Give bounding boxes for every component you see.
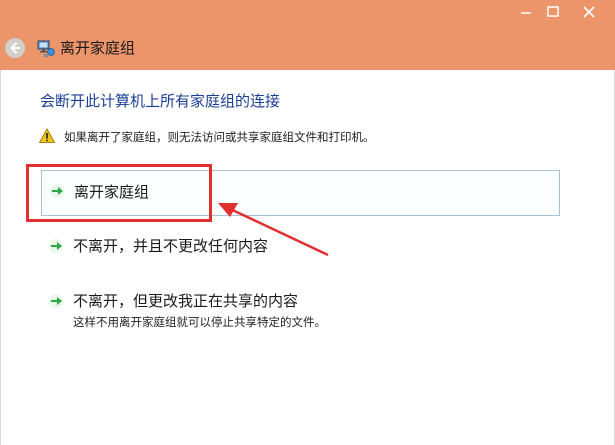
back-arrow-icon <box>10 42 20 54</box>
annotation-highlight-box <box>26 164 212 222</box>
warning-icon <box>39 128 55 143</box>
window-title: 离开家庭组 <box>60 39 136 57</box>
option-description: 这样不用离开家庭组就可以停止共享特定的文件。 <box>73 315 326 329</box>
warning-text: 如果离开了家庭组，则无法访问或共享家庭组文件和打印机。 <box>64 130 375 144</box>
page-heading: 会断开此计算机上所有家庭组的连接 <box>40 92 281 110</box>
option-change-sharing[interactable]: 不离开，但更改我正在共享的内容 这样不用离开家庭组就可以停止共享特定的文件。 <box>41 284 560 332</box>
minimize-icon[interactable] <box>515 3 537 21</box>
annotation-arrow <box>218 203 329 257</box>
title-bar: 离开家庭组 <box>0 0 615 70</box>
homegroup-icon <box>37 40 55 57</box>
maximize-icon[interactable] <box>542 3 564 21</box>
back-button[interactable] <box>5 38 25 58</box>
close-icon[interactable] <box>566 3 612 21</box>
option-title: 不离开，但更改我正在共享的内容 <box>73 292 299 310</box>
green-arrow-icon <box>49 239 63 253</box>
green-arrow-icon <box>49 294 63 308</box>
